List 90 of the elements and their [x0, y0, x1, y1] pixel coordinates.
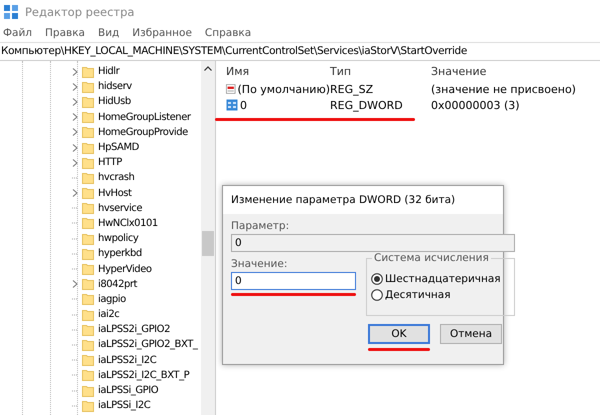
- folder-icon: [82, 338, 94, 351]
- folder-icon: [82, 80, 94, 93]
- tree-item[interactable]: hyperkbd: [98, 248, 142, 260]
- folder-icon: [82, 248, 94, 260]
- folder-icon: [82, 142, 94, 154]
- folder-icon: [82, 126, 94, 138]
- table-cell-text: REG_DWORD: [330, 98, 404, 112]
- menu-item[interactable]: Правка: [45, 27, 85, 39]
- value-name[interactable]: (По умолчанию): [238, 82, 330, 96]
- tree-item[interactable]: iaLPSS2i_GPIO2_BXT_: [98, 339, 198, 350]
- folder-icon: [82, 96, 94, 108]
- column-header[interactable]: Имя: [226, 64, 330, 78]
- group-title: Система исчисления: [372, 252, 491, 264]
- folder-icon: [82, 308, 94, 321]
- folder-icon: [82, 217, 94, 230]
- tree-item[interactable]: HomeGroupProvide: [98, 126, 188, 138]
- folder-icon: [82, 187, 94, 200]
- folder-icon: [82, 156, 94, 169]
- tree-item[interactable]: iaLPSS2i_I2C: [98, 354, 156, 366]
- field-label: Значение:: [231, 258, 288, 270]
- tree-item[interactable]: hvcrash: [98, 172, 134, 184]
- folder-icon: [82, 232, 94, 245]
- ok-button[interactable]: OK: [368, 324, 430, 344]
- menu-item[interactable]: Справка: [204, 27, 252, 39]
- folder-icon: [82, 369, 94, 382]
- tree-item[interactable]: HTTP: [98, 157, 122, 168]
- folder-icon: [82, 293, 94, 306]
- tree-item[interactable]: iaLPSSi_I2C: [98, 400, 150, 412]
- value-field[interactable]: 0: [231, 272, 356, 290]
- string-value-icon: [226, 83, 236, 95]
- dialog-title: Изменение параметра DWORD (32 бита): [223, 186, 503, 214]
- registry-icon: [3, 4, 19, 20]
- tree-item[interactable]: iai2c: [98, 309, 120, 320]
- tree-item[interactable]: HwNClx0101: [98, 218, 158, 229]
- tree-item[interactable]: HpSAMD: [98, 142, 139, 154]
- table-cell-text: REG_SZ: [330, 82, 374, 96]
- folder-icon: [82, 324, 94, 336]
- folder-icon: [82, 400, 94, 412]
- chevron-icon[interactable]: [72, 158, 78, 167]
- radio-label[interactable]: Шестнадцатеричная: [385, 273, 501, 285]
- column-header[interactable]: Значение: [431, 64, 600, 78]
- chevron-icon[interactable]: [72, 68, 78, 76]
- tree-item[interactable]: HyperVideo: [98, 264, 152, 275]
- radio-button[interactable]: [371, 289, 383, 301]
- tree-item[interactable]: HvHost: [98, 188, 132, 199]
- window-title: Редактор реестра: [25, 5, 134, 19]
- value-name[interactable]: 0: [240, 98, 247, 112]
- menu-item[interactable]: Вид: [98, 27, 120, 39]
- scrollbar-thumb[interactable]: [202, 231, 214, 256]
- chevron-icon[interactable]: [72, 189, 78, 198]
- tree-item[interactable]: HidUsb: [98, 96, 131, 108]
- folder-icon: [82, 278, 94, 290]
- scrollbar[interactable]: [201, 61, 215, 415]
- folder-icon: [82, 354, 94, 366]
- tree-item[interactable]: hidserv: [98, 81, 132, 92]
- menu-item[interactable]: Файл: [3, 27, 32, 39]
- chevron-icon[interactable]: [72, 144, 78, 152]
- tree-item[interactable]: hvservice: [98, 202, 142, 214]
- highlight-underline: [368, 348, 430, 351]
- radio-button[interactable]: [371, 273, 383, 285]
- parameter-field[interactable]: 0: [231, 234, 515, 252]
- folder-icon: [82, 263, 94, 276]
- folder-icon: [82, 202, 94, 214]
- menu-item[interactable]: Избранное: [132, 27, 192, 39]
- chevron-icon[interactable]: [72, 128, 78, 136]
- folder-icon: [82, 172, 94, 184]
- tree-item[interactable]: hwpolicy: [98, 233, 138, 244]
- folder-icon: [82, 66, 94, 78]
- tree-item[interactable]: Hidlr: [98, 66, 120, 78]
- folder-icon: [82, 384, 94, 397]
- tree-item[interactable]: iaLPSSi_GPIO: [98, 385, 158, 396]
- chevron-icon[interactable]: [72, 113, 78, 122]
- chevron-icon[interactable]: [72, 82, 78, 91]
- radio-label[interactable]: Десятичная: [385, 289, 451, 301]
- field-label: Параметр:: [231, 220, 290, 232]
- tree-item[interactable]: iaLPSS2i_I2C_BXT_P: [98, 370, 190, 381]
- cancel-button[interactable]: Отмена: [440, 324, 502, 344]
- tree-item[interactable]: i8042prt: [98, 278, 138, 290]
- tree-item[interactable]: iaLPSS2i_GPIO2: [98, 324, 170, 336]
- tree-item[interactable]: iagpio: [98, 294, 126, 305]
- folder-icon: [82, 111, 94, 124]
- column-header[interactable]: Тип: [330, 64, 431, 78]
- caret-up-icon[interactable]: [204, 66, 212, 71]
- binary-value-icon: [226, 99, 238, 111]
- table-cell-text: 0x00000003 (3): [431, 98, 521, 112]
- tree-item[interactable]: HomeGroupListener: [98, 112, 191, 123]
- chevron-icon[interactable]: [72, 280, 78, 288]
- table-cell-text: (значение не присвоено): [431, 82, 577, 96]
- address-bar[interactable]: Компьютер\HKEY_LOCAL_MACHINE\SYSTEM\CurrentControlSet\Services\iaStorV\StartOverride: [0, 42, 600, 61]
- chevron-icon[interactable]: [72, 98, 78, 106]
